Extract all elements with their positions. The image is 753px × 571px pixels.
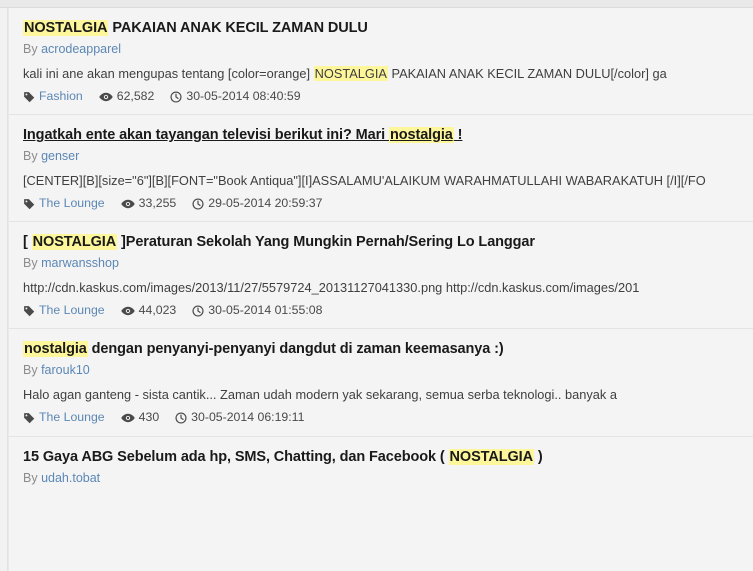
result-view-count-value: 430	[138, 410, 160, 425]
title-text-run: PAKAIAN ANAK KECIL ZAMAN DULU[/color] ga	[387, 65, 667, 81]
search-result-item[interactable]: 15 Gaya ABG Sebelum ada hp, SMS, Chattin…	[9, 436, 753, 502]
result-view-count: 44,023	[120, 302, 177, 319]
result-timestamp: 30-05-2014 08:40:59	[170, 88, 301, 105]
result-byline: By udah.tobat	[23, 469, 739, 488]
result-category-label[interactable]: Fashion	[39, 88, 83, 105]
result-title-link[interactable]: 15 Gaya ABG Sebelum ada hp, SMS, Chattin…	[23, 447, 739, 468]
result-timestamp: 30-05-2014 01:55:08	[192, 302, 322, 319]
result-category-label[interactable]: The Lounge	[39, 409, 105, 426]
result-meta-row: Fashion 62,582 30-05-2014 08:40:59	[23, 88, 739, 105]
result-category[interactable]: The Lounge	[23, 409, 105, 426]
title-text-run: )	[533, 448, 543, 465]
result-snippet: [CENTER][B][size="6"][B][FONT="Book Anti…	[23, 171, 739, 190]
result-author-link[interactable]: acrodeapparel	[41, 42, 121, 56]
clock-icon	[170, 90, 182, 103]
title-text-run: PAKAIAN ANAK KECIL ZAMAN DULU	[108, 20, 368, 36]
result-author-link[interactable]: marwansshop	[41, 256, 119, 270]
result-category[interactable]: Fashion	[23, 88, 83, 105]
title-text-run: Ingatkah ente akan tayangan televisi ber…	[23, 127, 389, 144]
result-title-link[interactable]: NOSTALGIA PAKAIAN ANAK KECIL ZAMAN DULU	[23, 18, 739, 39]
title-text-run: Halo agan ganteng - sista cantik... Zama…	[23, 387, 617, 403]
eye-icon	[120, 412, 135, 424]
result-byline: By farouk10	[23, 361, 739, 380]
result-timestamp-value: 29-05-2014 20:59:37	[208, 196, 323, 211]
eye-icon	[99, 91, 113, 103]
tag-icon	[23, 91, 35, 103]
result-byline: By acrodeapparel	[23, 40, 739, 59]
search-result-item[interactable]: Ingatkah ente akan tayangan televisi ber…	[9, 115, 753, 223]
title-text-run: dengan penyanyi-penyanyi dangdut di zama…	[87, 341, 504, 358]
result-timestamp: 29-05-2014 20:59:37	[192, 195, 322, 212]
result-meta-row: The Lounge 430 30-05-2014 06:19:11	[23, 409, 739, 426]
eye-icon	[120, 305, 135, 317]
title-text-run: [CENTER][B][size="6"][B][FONT="Book Anti…	[23, 172, 706, 188]
result-timestamp-value: 30-05-2014 08:40:59	[186, 88, 301, 103]
title-text-run: kali ini ane akan mengupas tentang [colo…	[23, 65, 314, 81]
title-text-run: ]Peraturan Sekolah Yang Mungkin Pernah/S…	[117, 234, 535, 251]
result-timestamp-value: 30-05-2014 01:55:08	[208, 303, 323, 318]
result-category-label[interactable]: The Lounge	[39, 302, 105, 319]
search-results-list: NOSTALGIA PAKAIAN ANAK KECIL ZAMAN DULU B…	[9, 8, 753, 571]
result-meta-row: The Lounge 33,255 29-05-2014 20:59:37	[23, 195, 739, 212]
result-view-count-value: 33,255	[138, 196, 177, 211]
result-snippet: kali ini ane akan mengupas tentang [colo…	[23, 64, 739, 83]
title-text-run: http://cdn.kaskus.com/images/2013/11/27/…	[23, 280, 640, 296]
search-term-highlight: NOSTALGIA	[23, 20, 109, 36]
result-snippet: http://cdn.kaskus.com/images/2013/11/27/…	[23, 278, 739, 297]
result-view-count-value: 62,582	[116, 88, 155, 103]
result-category-label[interactable]: The Lounge	[39, 195, 105, 212]
result-timestamp-value: 30-05-2014 06:19:11	[191, 410, 305, 425]
result-meta-row: The Lounge 44,023 30-05-2014 01:55:08	[23, 302, 739, 319]
clock-icon	[192, 305, 204, 317]
title-text-run: 15 Gaya ABG Sebelum ada hp, SMS, Chattin…	[23, 448, 449, 465]
result-view-count: 430	[120, 409, 160, 426]
search-result-item[interactable]: [ NOSTALGIA ]Peraturan Sekolah Yang Mung…	[9, 222, 753, 330]
byline-label: By	[23, 149, 38, 164]
search-result-item[interactable]: nostalgia dengan penyanyi-penyanyi dangd…	[9, 329, 753, 437]
result-view-count: 33,255	[120, 195, 177, 212]
byline-label: By	[23, 363, 38, 378]
result-view-count: 62,582	[99, 88, 155, 105]
tag-icon	[23, 412, 35, 424]
title-text-run: !	[453, 127, 463, 144]
eye-icon	[120, 198, 135, 210]
byline-label: By	[23, 42, 38, 57]
result-byline: By marwansshop	[23, 254, 739, 273]
search-term-highlight: nostalgia	[23, 341, 88, 358]
result-byline: By genser	[23, 147, 739, 166]
clock-icon	[175, 412, 187, 424]
result-category[interactable]: The Lounge	[23, 195, 105, 212]
search-results-page: NOSTALGIA PAKAIAN ANAK KECIL ZAMAN DULU B…	[0, 0, 753, 571]
result-category[interactable]: The Lounge	[23, 302, 105, 319]
result-timestamp: 30-05-2014 06:19:11	[175, 409, 304, 426]
tag-icon	[23, 305, 35, 317]
byline-label: By	[23, 256, 38, 271]
clock-icon	[192, 198, 204, 210]
result-view-count-value: 44,023	[138, 303, 177, 318]
result-snippet: Halo agan ganteng - sista cantik... Zama…	[23, 385, 739, 404]
search-term-highlight: NOSTALGIA	[313, 65, 388, 81]
search-term-highlight: nostalgia	[388, 127, 454, 144]
result-author-link[interactable]: genser	[41, 149, 79, 163]
search-result-item[interactable]: NOSTALGIA PAKAIAN ANAK KECIL ZAMAN DULU B…	[9, 8, 753, 116]
tag-icon	[23, 198, 35, 210]
result-title-link[interactable]: Ingatkah ente akan tayangan televisi ber…	[23, 125, 739, 146]
result-title-link[interactable]: [ NOSTALGIA ]Peraturan Sekolah Yang Mung…	[23, 232, 739, 253]
search-term-highlight: NOSTALGIA	[31, 234, 118, 251]
title-text-run: [	[23, 234, 32, 251]
search-term-highlight: NOSTALGIA	[448, 448, 534, 465]
result-author-link[interactable]: udah.tobat	[41, 471, 100, 485]
byline-label: By	[23, 470, 38, 485]
result-title-link[interactable]: nostalgia dengan penyanyi-penyanyi dangd…	[23, 339, 739, 360]
result-author-link[interactable]: farouk10	[41, 363, 90, 377]
page-left-gutter	[0, 8, 8, 571]
